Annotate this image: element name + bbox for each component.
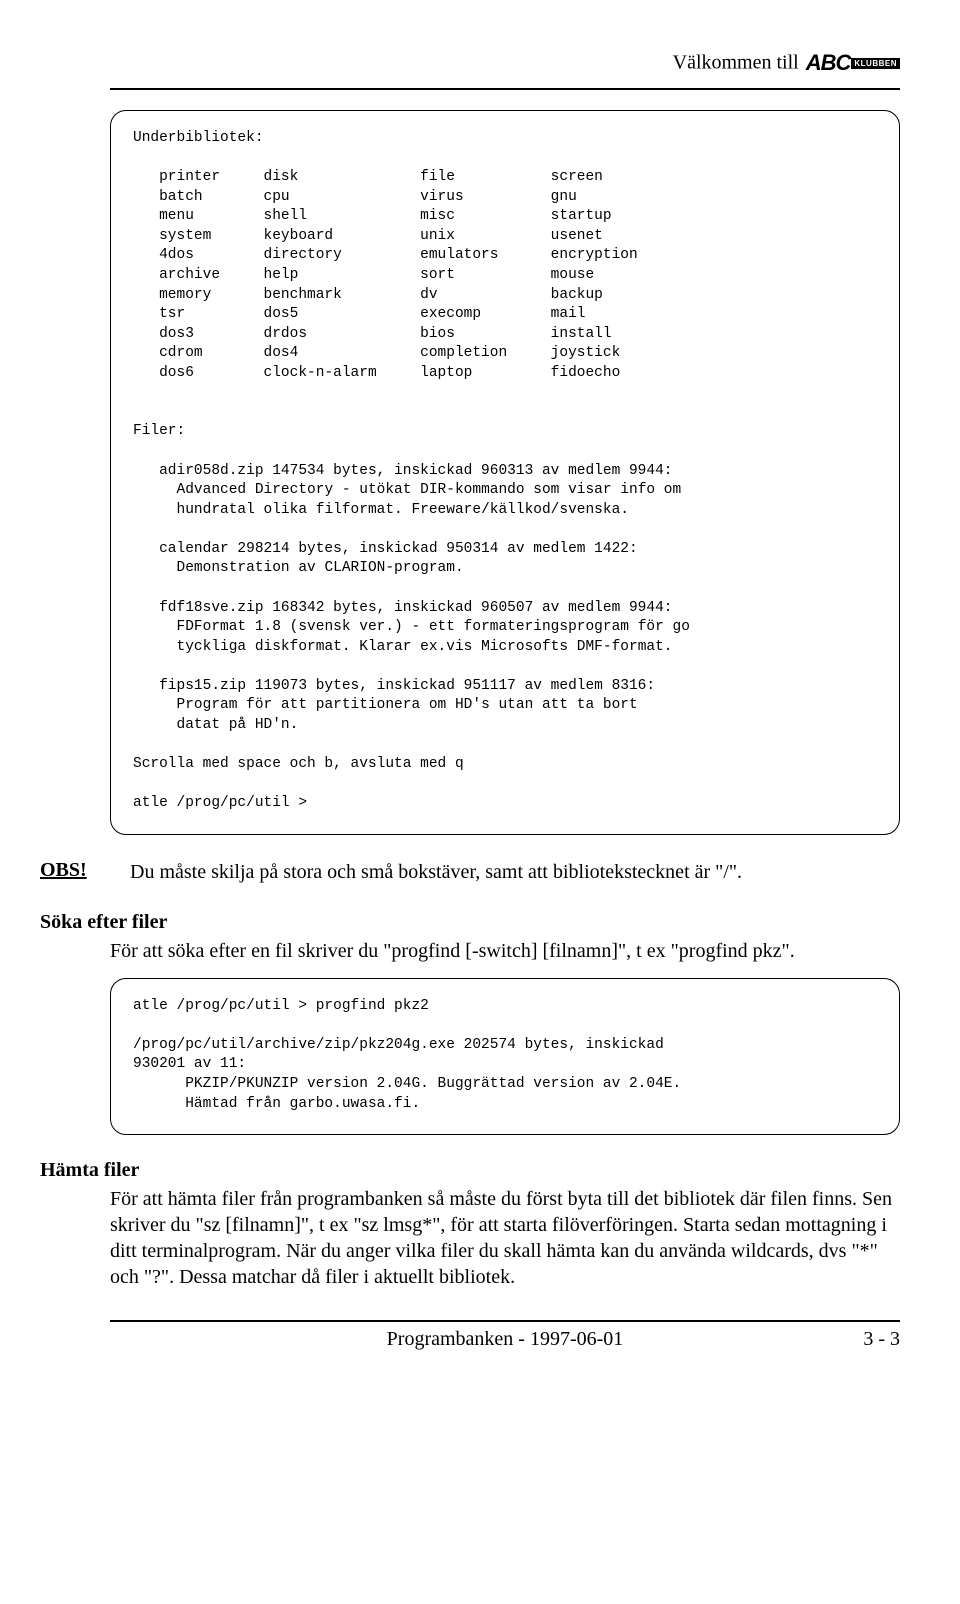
header-rule bbox=[110, 88, 900, 90]
scroll-hint: Scrolla med space och b, avsluta med q bbox=[133, 756, 464, 772]
footer-left bbox=[110, 1328, 373, 1351]
underbib-title: Underbibliotek: bbox=[133, 130, 264, 146]
search-text: För att söka efter en fil skriver du "pr… bbox=[110, 938, 900, 964]
obs-row: OBS! Du måste skilja på stora och små bo… bbox=[110, 859, 900, 885]
fetch-text: För att hämta filer från programbanken s… bbox=[110, 1186, 900, 1290]
files-heading: Filer: bbox=[133, 423, 185, 439]
obs-text: Du måste skilja på stora och små bokstäv… bbox=[130, 859, 742, 885]
prompt-1: atle /prog/pc/util > bbox=[133, 795, 307, 811]
abc-logo: ABC KLUBBEN bbox=[806, 50, 900, 76]
logo-abc-text: ABC bbox=[806, 50, 851, 76]
progfind-output: atle /prog/pc/util > progfind pkz2 /prog… bbox=[133, 998, 681, 1112]
page-footer: Programbanken - 1997-06-01 3 - 3 bbox=[110, 1328, 900, 1351]
directory-table: printer disk file screen batch cpu virus… bbox=[133, 169, 638, 381]
page-header: Välkommen till ABC KLUBBEN bbox=[110, 50, 900, 76]
fetch-heading: Hämta filer bbox=[40, 1159, 900, 1182]
logo-klubben-text: KLUBBEN bbox=[851, 58, 900, 69]
obs-label: OBS! bbox=[40, 859, 110, 882]
footer-right: 3 - 3 bbox=[637, 1328, 900, 1351]
file-list: adir058d.zip 147534 bytes, inskickad 960… bbox=[133, 462, 877, 736]
welcome-text: Välkommen till bbox=[673, 52, 799, 74]
terminal-box-2: atle /prog/pc/util > progfind pkz2 /prog… bbox=[110, 978, 900, 1135]
terminal-box-1: Underbibliotek: printer disk file screen… bbox=[110, 110, 900, 835]
footer-rule bbox=[110, 1320, 900, 1322]
footer-center: Programbanken - 1997-06-01 bbox=[373, 1328, 636, 1351]
search-heading: Söka efter filer bbox=[40, 911, 900, 934]
